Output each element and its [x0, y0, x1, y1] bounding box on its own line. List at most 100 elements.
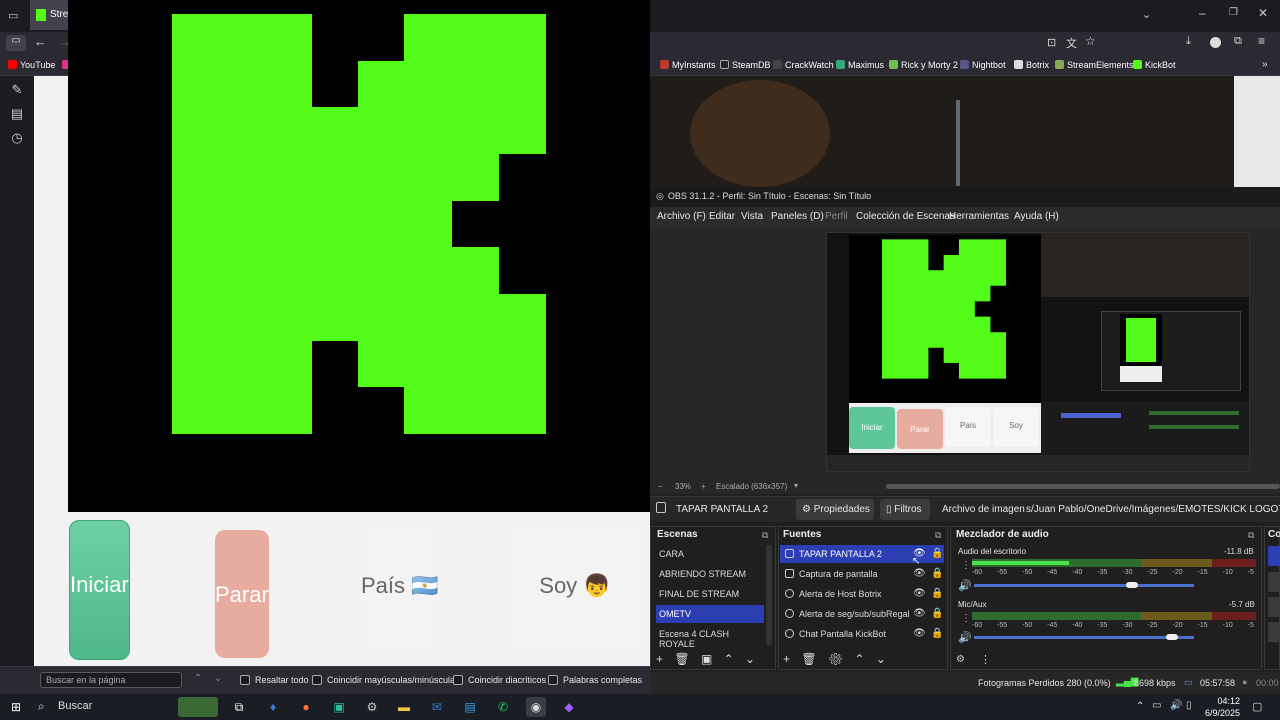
visibility-eye-icon[interactable]: 👁 — [913, 608, 926, 619]
menu-file[interactable]: Archivo (F) — [657, 211, 706, 222]
scene-filters-icon[interactable]: ▣ — [701, 652, 712, 666]
remove-scene-icon[interactable]: 🗑 — [674, 652, 689, 666]
image-path[interactable]: s/Juan Pablo/OneDrive/Imágenes/EMOTES/KI… — [1026, 504, 1280, 515]
bookmark-crackwatch[interactable]: CrackWatch — [773, 60, 834, 70]
visibility-eye-icon[interactable]: 👁 — [913, 628, 926, 639]
volume-icon[interactable]: 🔊 — [1170, 700, 1182, 711]
bookmark-nightbot[interactable]: Nightbot — [960, 60, 1006, 70]
source-item[interactable]: Captura de pantalla 👁 🔒 — [780, 565, 944, 583]
bookmark-rick-y-morty[interactable]: Rick y Morty 2 — [889, 60, 958, 70]
task-view-icon[interactable]: ⧉ — [229, 697, 249, 717]
obs-icon[interactable]: ◉ — [526, 697, 546, 717]
scenes-scrollbar[interactable] — [766, 545, 772, 645]
minimize-icon[interactable]: – — [1199, 6, 1206, 20]
studio-mode-button[interactable] — [1268, 622, 1280, 642]
file-explorer-icon[interactable]: ▬ — [394, 697, 414, 717]
soy-button[interactable]: Soy 👦 — [507, 521, 643, 649]
extensions-icon[interactable]: ⧉ — [1234, 35, 1242, 48]
properties-button[interactable]: ⚙ Propiedades — [796, 499, 874, 520]
store-icon[interactable]: ▣ — [329, 697, 349, 717]
windows-start-icon[interactable]: ⊞ — [6, 697, 26, 717]
virtual-camera-button[interactable] — [1268, 597, 1280, 617]
translate-icon[interactable]: 文 — [1066, 35, 1077, 51]
find-input[interactable]: Buscar en la página — [40, 672, 182, 688]
settings-icon[interactable]: ⚙ — [362, 697, 382, 717]
app-icon[interactable]: ♦ — [263, 697, 283, 717]
more-options-icon[interactable]: ⋮ — [961, 613, 971, 624]
whole-words-checkbox[interactable]: Palabras completas — [548, 675, 642, 685]
start-streaming-button[interactable] — [1268, 546, 1280, 566]
scene-item-active[interactable]: OMETV — [656, 605, 764, 623]
back-icon[interactable]: ← — [34, 34, 47, 49]
bookmark-streamelements[interactable]: StreamElements — [1055, 60, 1134, 70]
clock-time[interactable]: 04:12 — [1206, 696, 1240, 706]
preview-scrollbar[interactable] — [886, 484, 1280, 489]
match-case-checkbox[interactable]: Coincidir mayúsculas/minúsculas — [312, 675, 460, 685]
source-item[interactable]: Chat Pantalla KickBot 👁 🔒 — [780, 625, 944, 643]
firefox-icon[interactable]: ● — [296, 697, 316, 717]
more-options-icon[interactable]: ⋮ — [961, 560, 971, 571]
volume-knob[interactable] — [1166, 634, 1178, 640]
add-source-icon[interactable]: + — [783, 652, 790, 666]
scene-item[interactable]: Escena 4 CLASH ROYALE — [656, 625, 768, 649]
menu-docks[interactable]: Paneles (D) — [771, 211, 824, 222]
more-bookmarks-icon[interactable]: » — [1262, 59, 1268, 70]
synced-tabs-icon[interactable]: ▤ — [9, 106, 25, 122]
filters-button[interactable]: ▯ Filtros — [880, 499, 930, 520]
notifications-icon[interactable]: ▢ — [1252, 700, 1262, 713]
account-icon[interactable] — [1210, 37, 1221, 48]
download-icon[interactable]: ⤓ — [1186, 35, 1191, 48]
dock-undock-icon[interactable]: ⧉ — [935, 530, 941, 541]
remove-source-icon[interactable]: 🗑 — [801, 652, 816, 666]
source-item[interactable]: Alerta de Host Botrix 👁 🔒 — [780, 585, 944, 603]
restore-icon[interactable]: ❐ — [1229, 7, 1238, 18]
scene-item[interactable]: FINAL DE STREAM — [656, 585, 764, 603]
battery-icon[interactable]: ▯ — [1186, 700, 1192, 711]
lock-icon[interactable]: 🔒 — [931, 608, 943, 619]
menu-profile[interactable]: Perfil — [825, 211, 848, 222]
obs-preview[interactable]: Iniciar Parar País Soy — [826, 232, 1250, 472]
bookmark-maximus[interactable]: Maximus — [836, 60, 884, 70]
scene-item[interactable]: CARA — [656, 545, 764, 563]
outlook-icon[interactable]: ✉ — [427, 697, 447, 717]
app-mask-icon[interactable]: ◆ — [559, 697, 579, 717]
tray-chevron-icon[interactable]: ⌃ — [1136, 701, 1144, 712]
speaker-icon[interactable]: 🔊 — [958, 631, 972, 644]
sidebar-toggle-icon[interactable]: ▭ — [6, 35, 26, 51]
lock-icon[interactable]: 🔒 — [931, 548, 943, 559]
desktop-icon[interactable]: ▤ — [460, 697, 480, 717]
highlight-all-checkbox[interactable]: Resaltar todo — [240, 675, 309, 685]
network-icon[interactable]: ▭ — [1152, 700, 1161, 711]
menu-scene-collection[interactable]: Colección de Escenas — [856, 211, 955, 222]
scene-item[interactable]: ABRIENDO STREAM — [656, 565, 764, 583]
dock-undock-icon[interactable]: ⧉ — [1248, 530, 1254, 541]
menu-tools[interactable]: Herramientas — [949, 211, 1009, 222]
history-icon[interactable]: ◷ — [9, 130, 25, 146]
screenshot-icon[interactable]: ⊡ — [1047, 36, 1056, 49]
start-recording-button[interactable] — [1268, 572, 1280, 592]
find-next-icon[interactable]: ⌄ — [214, 673, 222, 684]
move-up-icon[interactable]: ⌃ — [724, 652, 734, 666]
find-previous-icon[interactable]: ⌃ — [194, 673, 202, 684]
add-scene-icon[interactable]: + — [656, 652, 663, 666]
visibility-eye-icon[interactable]: 👁 — [913, 588, 926, 599]
country-button[interactable]: País 🇦🇷 — [361, 521, 439, 649]
move-down-icon[interactable]: ⌄ — [745, 652, 755, 666]
menu-view[interactable]: Vista — [741, 211, 763, 222]
bookmark-steamdb[interactable]: SteamDB — [720, 60, 771, 70]
source-item[interactable]: Alerta de seg/sub/subRegal 👁 🔒 — [780, 605, 944, 623]
ai-chat-icon[interactable]: ✎ — [9, 82, 25, 98]
move-down-icon[interactable]: ⌄ — [876, 652, 886, 666]
move-up-icon[interactable]: ⌃ — [855, 652, 865, 666]
close-icon[interactable]: ✕ — [1258, 6, 1268, 20]
bookmark-kickbot[interactable]: KickBot — [1133, 60, 1176, 70]
chevron-down-icon[interactable]: ⌄ — [1142, 8, 1151, 21]
whatsapp-icon[interactable]: ✆ — [493, 697, 513, 717]
menu-edit[interactable]: Editar — [709, 211, 735, 222]
zoom-in-icon[interactable]: + — [701, 482, 706, 491]
match-diacritics-checkbox[interactable]: Coincidir diacríticos — [453, 675, 546, 685]
menu-help[interactable]: Ayuda (H) — [1014, 211, 1059, 222]
lock-icon[interactable]: 🔒 — [931, 568, 943, 579]
bookmark-botrix[interactable]: Botrix — [1014, 60, 1049, 70]
bookmark-myinstants[interactable]: MyInstants — [660, 60, 716, 70]
